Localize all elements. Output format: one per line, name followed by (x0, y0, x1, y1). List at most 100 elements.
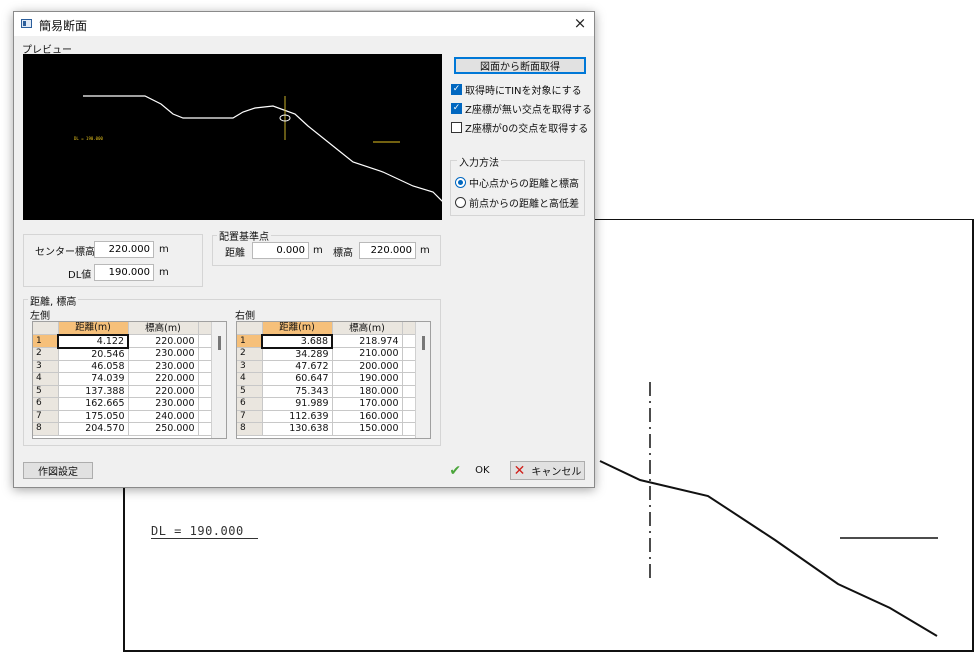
distance-cell[interactable]: 175.050 (58, 410, 129, 423)
elevation-cell[interactable]: 210.000 (332, 347, 403, 361)
option-zero-z-intersection[interactable]: Z座標が0の交点を取得する (451, 120, 588, 135)
table-row[interactable]: 6 91.989 170.000 (237, 397, 418, 411)
dl-value-input[interactable] (94, 264, 154, 281)
row-number-cell[interactable]: 1 (237, 334, 263, 348)
row-number-cell[interactable]: 5 (33, 385, 59, 398)
elevation-cell[interactable]: 180.000 (332, 385, 403, 398)
elevation-cell[interactable]: 230.000 (128, 347, 199, 361)
elevation-column-header[interactable]: 標高(m) (128, 322, 199, 335)
option-target-tin[interactable]: ✓ 取得時にTINを対象にする (451, 82, 582, 97)
radio-center-distance-elevation[interactable]: 中心点からの距離と標高 (455, 175, 579, 190)
row-number-cell[interactable]: 8 (237, 422, 263, 436)
distance-cell[interactable]: 46.058 (58, 360, 129, 373)
distance-cell[interactable]: 112.639 (262, 410, 333, 423)
distance-cell[interactable]: 204.570 (58, 422, 129, 436)
table-row[interactable]: 7 112.639 160.000 (237, 410, 418, 423)
distance-cell[interactable]: 3.688 (261, 333, 333, 349)
row-number-cell[interactable]: 4 (237, 372, 263, 386)
scrollbar-thumb[interactable] (218, 336, 221, 350)
get-section-from-drawing-button[interactable]: 図面から断面取得 (454, 57, 586, 74)
table-row[interactable]: 3 47.672 200.000 (237, 360, 418, 373)
grid-header-row: 距離(m) 標高(m) (237, 322, 418, 335)
row-number-cell[interactable]: 6 (237, 397, 263, 411)
elevation-cell[interactable]: 160.000 (332, 410, 403, 423)
table-row[interactable]: 8 204.570 250.000 (33, 422, 214, 436)
row-number-cell[interactable]: 1 (33, 334, 59, 348)
elevation-cell[interactable]: 220.000 (128, 385, 199, 398)
table-row[interactable]: 6 162.665 230.000 (33, 397, 214, 411)
checkbox-checked-icon: ✓ (451, 103, 462, 114)
row-number-cell[interactable]: 4 (33, 372, 59, 386)
row-number-cell[interactable]: 2 (33, 347, 59, 361)
close-button[interactable]: × (572, 15, 588, 31)
distance-cell[interactable]: 130.638 (262, 422, 333, 436)
distance-cell[interactable]: 47.672 (262, 360, 333, 373)
elevation-cell[interactable]: 220.000 (128, 372, 199, 386)
drawing-settings-button[interactable]: 作図設定 (23, 462, 93, 479)
table-row[interactable]: 1 3.688 218.974 (237, 333, 418, 349)
cancel-button[interactable]: ✕ キャンセル (510, 461, 585, 480)
elevation-cell[interactable]: 218.974 (332, 334, 403, 348)
reference-distance-input[interactable] (252, 242, 309, 259)
ok-button[interactable]: ✔ OK (432, 461, 507, 480)
radio-previous-point-height-diff[interactable]: 前点からの距離と高低差 (455, 195, 579, 210)
elevation-cell[interactable]: 230.000 (128, 360, 199, 373)
row-number-cell[interactable]: 5 (237, 385, 263, 398)
elevation-cell[interactable]: 200.000 (332, 360, 403, 373)
elevation-cell[interactable]: 170.000 (332, 397, 403, 411)
distance-cell[interactable]: 34.289 (262, 347, 333, 361)
option-no-z-intersection[interactable]: ✓ Z座標が無い交点を取得する (451, 101, 592, 116)
distance-cell[interactable]: 137.388 (58, 385, 129, 398)
table-row[interactable]: 2 20.546 230.000 (33, 347, 214, 361)
elevation-cell[interactable]: 190.000 (332, 372, 403, 386)
distance-cell[interactable]: 162.665 (58, 397, 129, 411)
row-number-cell[interactable]: 3 (237, 360, 263, 373)
radio-unselected-icon (455, 197, 466, 208)
row-number-cell[interactable]: 7 (237, 410, 263, 423)
scrollbar-thumb[interactable] (422, 336, 425, 350)
table-row[interactable]: 1 4.122 220.000 (33, 333, 214, 349)
table-row[interactable]: 3 46.058 230.000 (33, 360, 214, 373)
elevation-cell[interactable]: 250.000 (128, 422, 199, 436)
table-row[interactable]: 7 175.050 240.000 (33, 410, 214, 423)
distance-cell[interactable]: 4.122 (57, 333, 129, 349)
checkbox-unchecked-icon (451, 122, 462, 133)
left-side-grid[interactable]: 距離(m) 標高(m) 1 4.122 220.000 2 20.546 230.000 3… (32, 321, 227, 439)
row-number-cell[interactable]: 3 (33, 360, 59, 373)
dialog-titlebar[interactable]: 簡易断面 × (14, 12, 594, 36)
grid-header-row: 距離(m) 標高(m) (33, 322, 214, 335)
preview-canvas[interactable]: DL = 190.000 (23, 54, 448, 220)
ok-label: OK (475, 465, 490, 476)
left-grid-scrollbar[interactable] (211, 322, 226, 438)
option-label: Z座標が無い交点を取得する (465, 105, 592, 116)
right-side-grid[interactable]: 距離(m) 標高(m) 1 3.688 218.974 2 34.289 210.000 3… (236, 321, 431, 439)
checkbox-checked-icon: ✓ (451, 84, 462, 95)
row-number-cell[interactable]: 2 (237, 347, 263, 361)
elevation-cell[interactable]: 150.000 (332, 422, 403, 436)
table-row[interactable]: 5 137.388 220.000 (33, 385, 214, 398)
right-grid-scrollbar[interactable] (415, 322, 430, 438)
center-elevation-input[interactable] (94, 241, 154, 258)
table-row[interactable]: 8 130.638 150.000 (237, 422, 418, 436)
elevation-cell[interactable]: 220.000 (128, 334, 199, 348)
row-number-cell[interactable]: 7 (33, 410, 59, 423)
row-number-cell[interactable]: 8 (33, 422, 59, 436)
distance-cell[interactable]: 74.039 (58, 372, 129, 386)
distance-column-header[interactable]: 距離(m) (58, 322, 129, 335)
elevation-column-header[interactable]: 標高(m) (332, 322, 403, 335)
distance-cell[interactable]: 91.989 (262, 397, 333, 411)
distance-cell[interactable]: 20.546 (58, 347, 129, 361)
table-row[interactable]: 5 75.343 180.000 (237, 385, 418, 398)
table-row[interactable]: 2 34.289 210.000 (237, 347, 418, 361)
distance-column-header[interactable]: 距離(m) (262, 322, 333, 335)
elevation-cell[interactable]: 240.000 (128, 410, 199, 423)
distance-cell[interactable]: 75.343 (262, 385, 333, 398)
elevation-cell[interactable]: 230.000 (128, 397, 199, 411)
row-number-cell[interactable]: 6 (33, 397, 59, 411)
table-row[interactable]: 4 60.647 190.000 (237, 372, 418, 386)
reference-elevation-input[interactable] (359, 242, 416, 259)
distance-elevation-title: 距離, 標高 (28, 293, 79, 308)
input-method-title: 入力方法 (457, 154, 501, 169)
table-row[interactable]: 4 74.039 220.000 (33, 372, 214, 386)
distance-cell[interactable]: 60.647 (262, 372, 333, 386)
